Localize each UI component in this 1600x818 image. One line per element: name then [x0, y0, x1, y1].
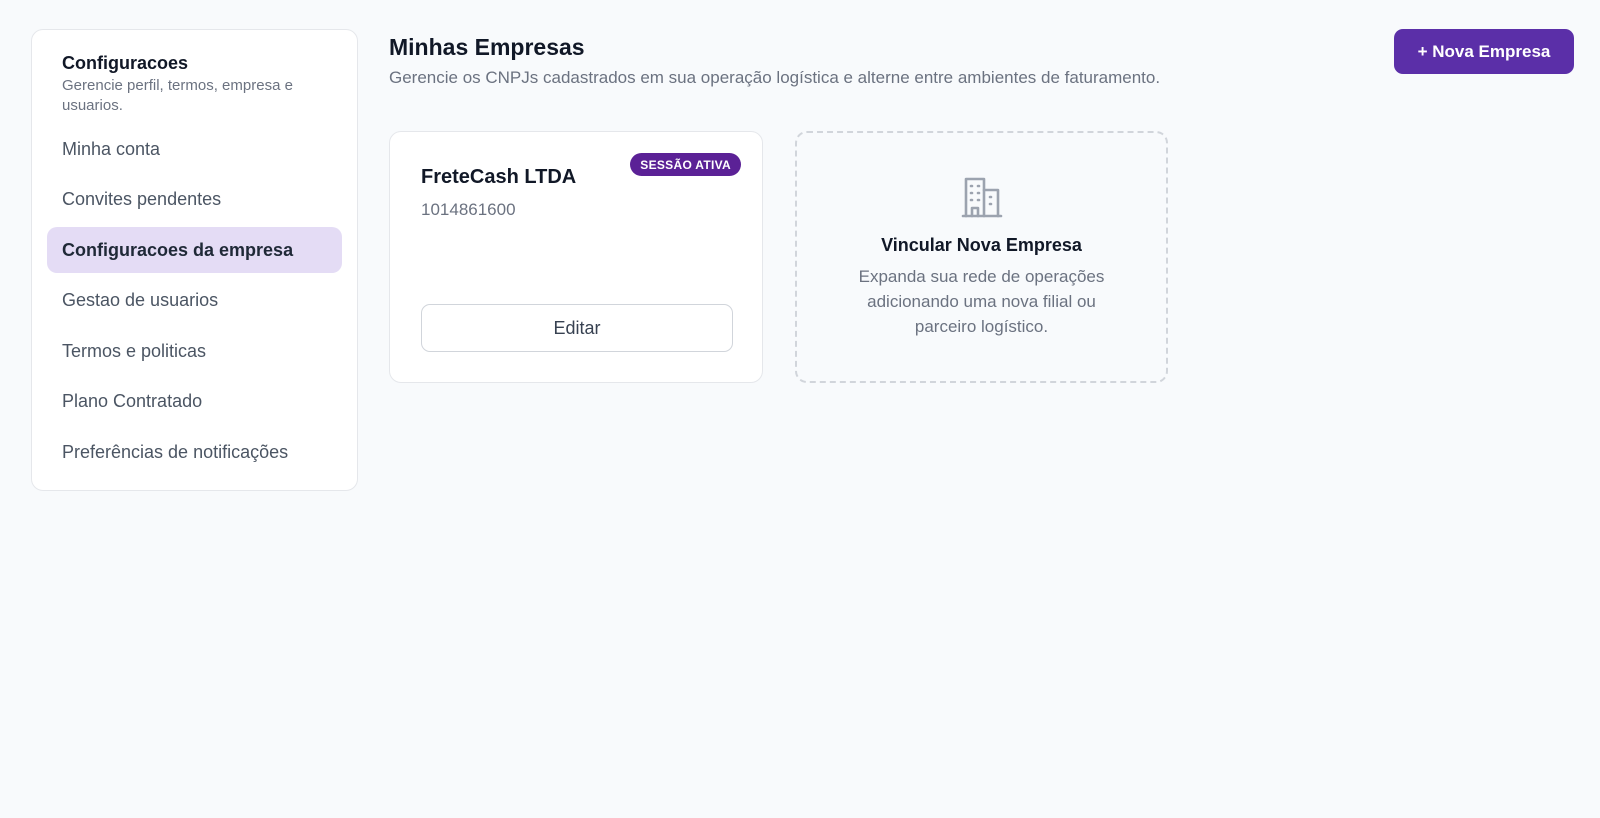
sidebar-subtitle: Gerencie perfil, termos, empresa e usuar…: [62, 77, 293, 114]
building-icon: [961, 177, 1002, 218]
page-header: Minhas Empresas Gerencie os CNPJs cadast…: [389, 33, 1160, 89]
sidebar-nav: Minha conta Convites pendentes Configura…: [47, 126, 342, 476]
new-company-button[interactable]: + Nova Empresa: [1394, 29, 1574, 74]
sidebar-item-termos-politicas[interactable]: Termos e politicas: [47, 328, 342, 374]
link-card-description: Expanda sua rede de operações adicionand…: [858, 267, 1105, 336]
sidebar-item-plano-contratado[interactable]: Plano Contratado: [47, 379, 342, 425]
sidebar-item-gestao-usuarios[interactable]: Gestao de usuarios: [47, 278, 342, 324]
settings-sidebar: Configuracoes Gerencie perfil, termos, e…: [31, 29, 358, 491]
sidebar-header: Configuracoes Gerencie perfil, termos, e…: [47, 52, 342, 116]
sidebar-item-configuracoes-empresa[interactable]: Configuracoes da empresa: [47, 227, 342, 274]
active-session-badge: SESSÃO ATIVA: [630, 153, 741, 176]
sidebar-item-preferencias-notificacoes[interactable]: Preferências de notificações: [47, 430, 342, 476]
page-subtitle: Gerencie os CNPJs cadastrados em sua ope…: [389, 68, 1161, 87]
company-name: FreteCash LTDA: [421, 166, 577, 188]
company-card: SESSÃO ATIVA FreteCash LTDA 1014861600 E…: [389, 131, 763, 383]
sidebar-item-minha-conta[interactable]: Minha conta: [47, 126, 342, 172]
link-card-title: Vincular Nova Empresa: [881, 235, 1082, 255]
page-title: Minhas Empresas: [389, 34, 585, 60]
edit-company-button[interactable]: Editar: [421, 304, 733, 352]
sidebar-title: Configuracoes: [62, 53, 189, 73]
sidebar-item-convites-pendentes[interactable]: Convites pendentes: [47, 177, 342, 223]
page: Configuracoes Gerencie perfil, termos, e…: [0, 0, 1600, 818]
company-cnpj: 1014861600: [421, 200, 516, 219]
link-new-company-card[interactable]: Vincular Nova Empresa Expanda sua rede d…: [795, 131, 1168, 383]
